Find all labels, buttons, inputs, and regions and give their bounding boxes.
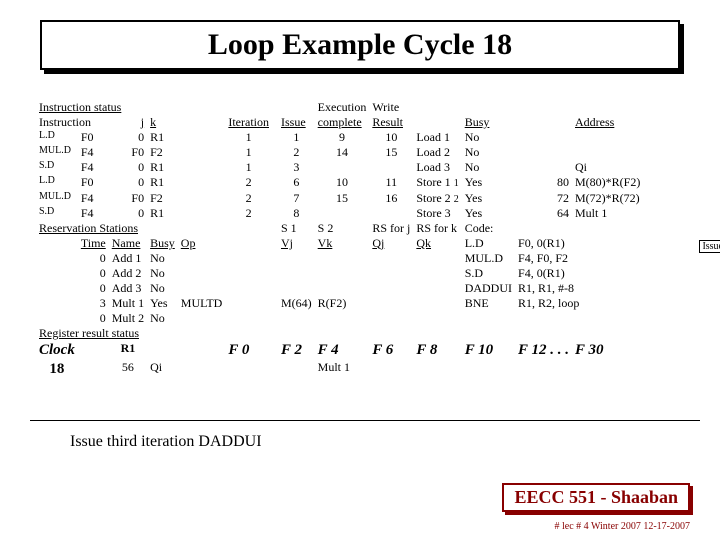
instr-row: MUL.DF4F0F2271516Store 2 2Yes72M(72)*R(7…: [36, 191, 643, 207]
slide-title-box: Loop Example Cycle 18: [40, 20, 680, 70]
rs-row: 0Add 1NoMUL.DF4, F0, F2: [36, 251, 643, 266]
issue-callout: Issue: [699, 240, 720, 253]
header-exec-bot: complete: [315, 115, 370, 130]
header-iter: Iteration: [225, 115, 272, 130]
rs-row: 0Add 3NoDADDUIR1, R1, #-8: [36, 281, 643, 296]
reg-status-title: Register result status: [36, 326, 225, 341]
instr-row: MUL.DF4F0F2121415Load 2No: [36, 145, 643, 160]
header-instr: Instruction: [36, 115, 109, 130]
header-j: j: [109, 115, 147, 130]
slide-note: Issue third iteration DADDUI: [70, 433, 262, 451]
slide-title: Loop Example Cycle 18: [208, 28, 512, 61]
header-instr-status: Instruction status: [36, 100, 178, 115]
header-write-top: Write: [369, 100, 413, 115]
instr-row: L.DF00R111910Load 1No: [36, 130, 643, 145]
rs-row: 0Mult 2No: [36, 311, 643, 326]
course-footer: EECC 551 - Shaaban: [502, 483, 690, 512]
separator-line: [30, 420, 700, 421]
rs-title: Reservation Stations: [36, 221, 178, 236]
rs-row: 0Add 2NoS.DF4, 0(R1): [36, 266, 643, 281]
date-footer: # lec # 4 Winter 2007 12-17-2007: [555, 521, 691, 532]
register-values: 18 56 Qi Mult 1: [36, 360, 643, 379]
header-k: k: [147, 115, 178, 130]
instr-row: L.DF00R1261011Store 1 1Yes80M(80)*R(F2): [36, 175, 643, 191]
header-write-bot: Result: [369, 115, 413, 130]
instruction-status-table: Instruction status Execution Write Instr…: [36, 100, 643, 379]
instr-row: S.DF40R113Load 3NoQi: [36, 160, 643, 175]
register-row: Clock R1 F 0 F 2 F 4 F 6 F 8 F 10 F 12 .…: [36, 341, 643, 360]
header-busy: Busy: [462, 115, 515, 130]
code-title: Code:: [462, 221, 644, 236]
header-issue: Issue: [278, 115, 315, 130]
clock-value: 18: [36, 360, 78, 379]
instr-row: S.DF40R128Store 3Yes64Mult 1: [36, 206, 643, 221]
header-exec-top: Execution: [315, 100, 370, 115]
clock-label: Clock: [36, 341, 78, 360]
header-address: Address: [572, 115, 643, 130]
content-area: Instruction status Execution Write Instr…: [36, 100, 694, 379]
rs-row: 3Mult 1YesMULTDM(64)R(F2)BNER1, R2, loop: [36, 296, 643, 311]
